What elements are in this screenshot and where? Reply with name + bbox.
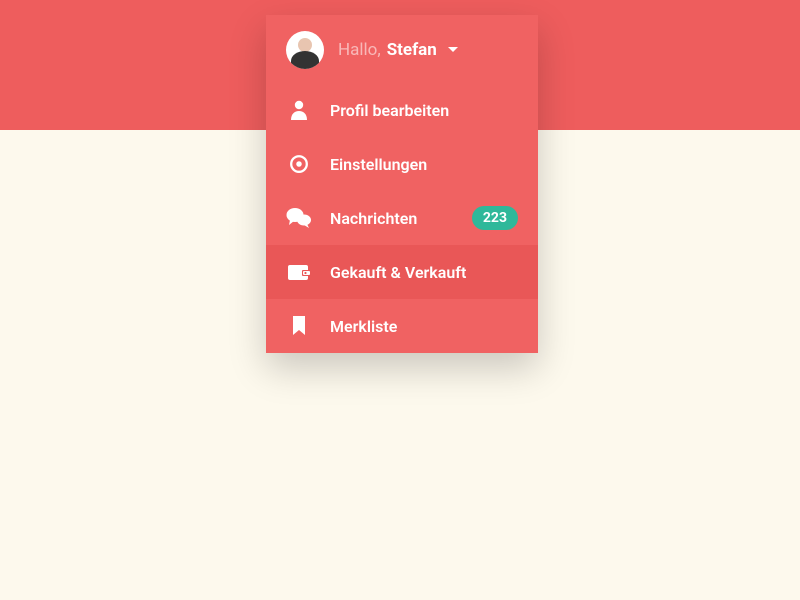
menu-item-purchases[interactable]: Gekauft & Verkauft: [266, 245, 538, 299]
menu-item-label: Profil bearbeiten: [330, 101, 518, 120]
bookmark-icon: [286, 316, 312, 336]
user-icon: [286, 100, 312, 120]
menu-item-profile[interactable]: Profil bearbeiten: [266, 83, 538, 137]
menu-item-label: Einstellungen: [330, 155, 518, 174]
menu-item-label: Merkliste: [330, 317, 518, 336]
menu-item-label: Nachrichten: [330, 209, 454, 228]
user-name: Stefan: [387, 40, 437, 60]
message-count-badge: 223: [472, 206, 518, 230]
user-header[interactable]: Hallo, Stefan: [266, 15, 538, 83]
menu-item-messages[interactable]: Nachrichten 223: [266, 191, 538, 245]
avatar: [286, 31, 324, 69]
chat-icon: [286, 207, 312, 229]
menu-item-label: Gekauft & Verkauft: [330, 263, 518, 282]
menu-item-settings[interactable]: Einstellungen: [266, 137, 538, 191]
gear-icon: [286, 153, 312, 175]
user-dropdown-menu: Hallo, Stefan Profil bearbeiten Einstell…: [266, 15, 538, 353]
greeting-prefix: Hallo,: [338, 40, 381, 60]
menu-item-watchlist[interactable]: Merkliste: [266, 299, 538, 353]
greeting: Hallo, Stefan: [338, 40, 518, 60]
chevron-down-icon: [447, 46, 459, 54]
wallet-icon: [286, 262, 312, 282]
